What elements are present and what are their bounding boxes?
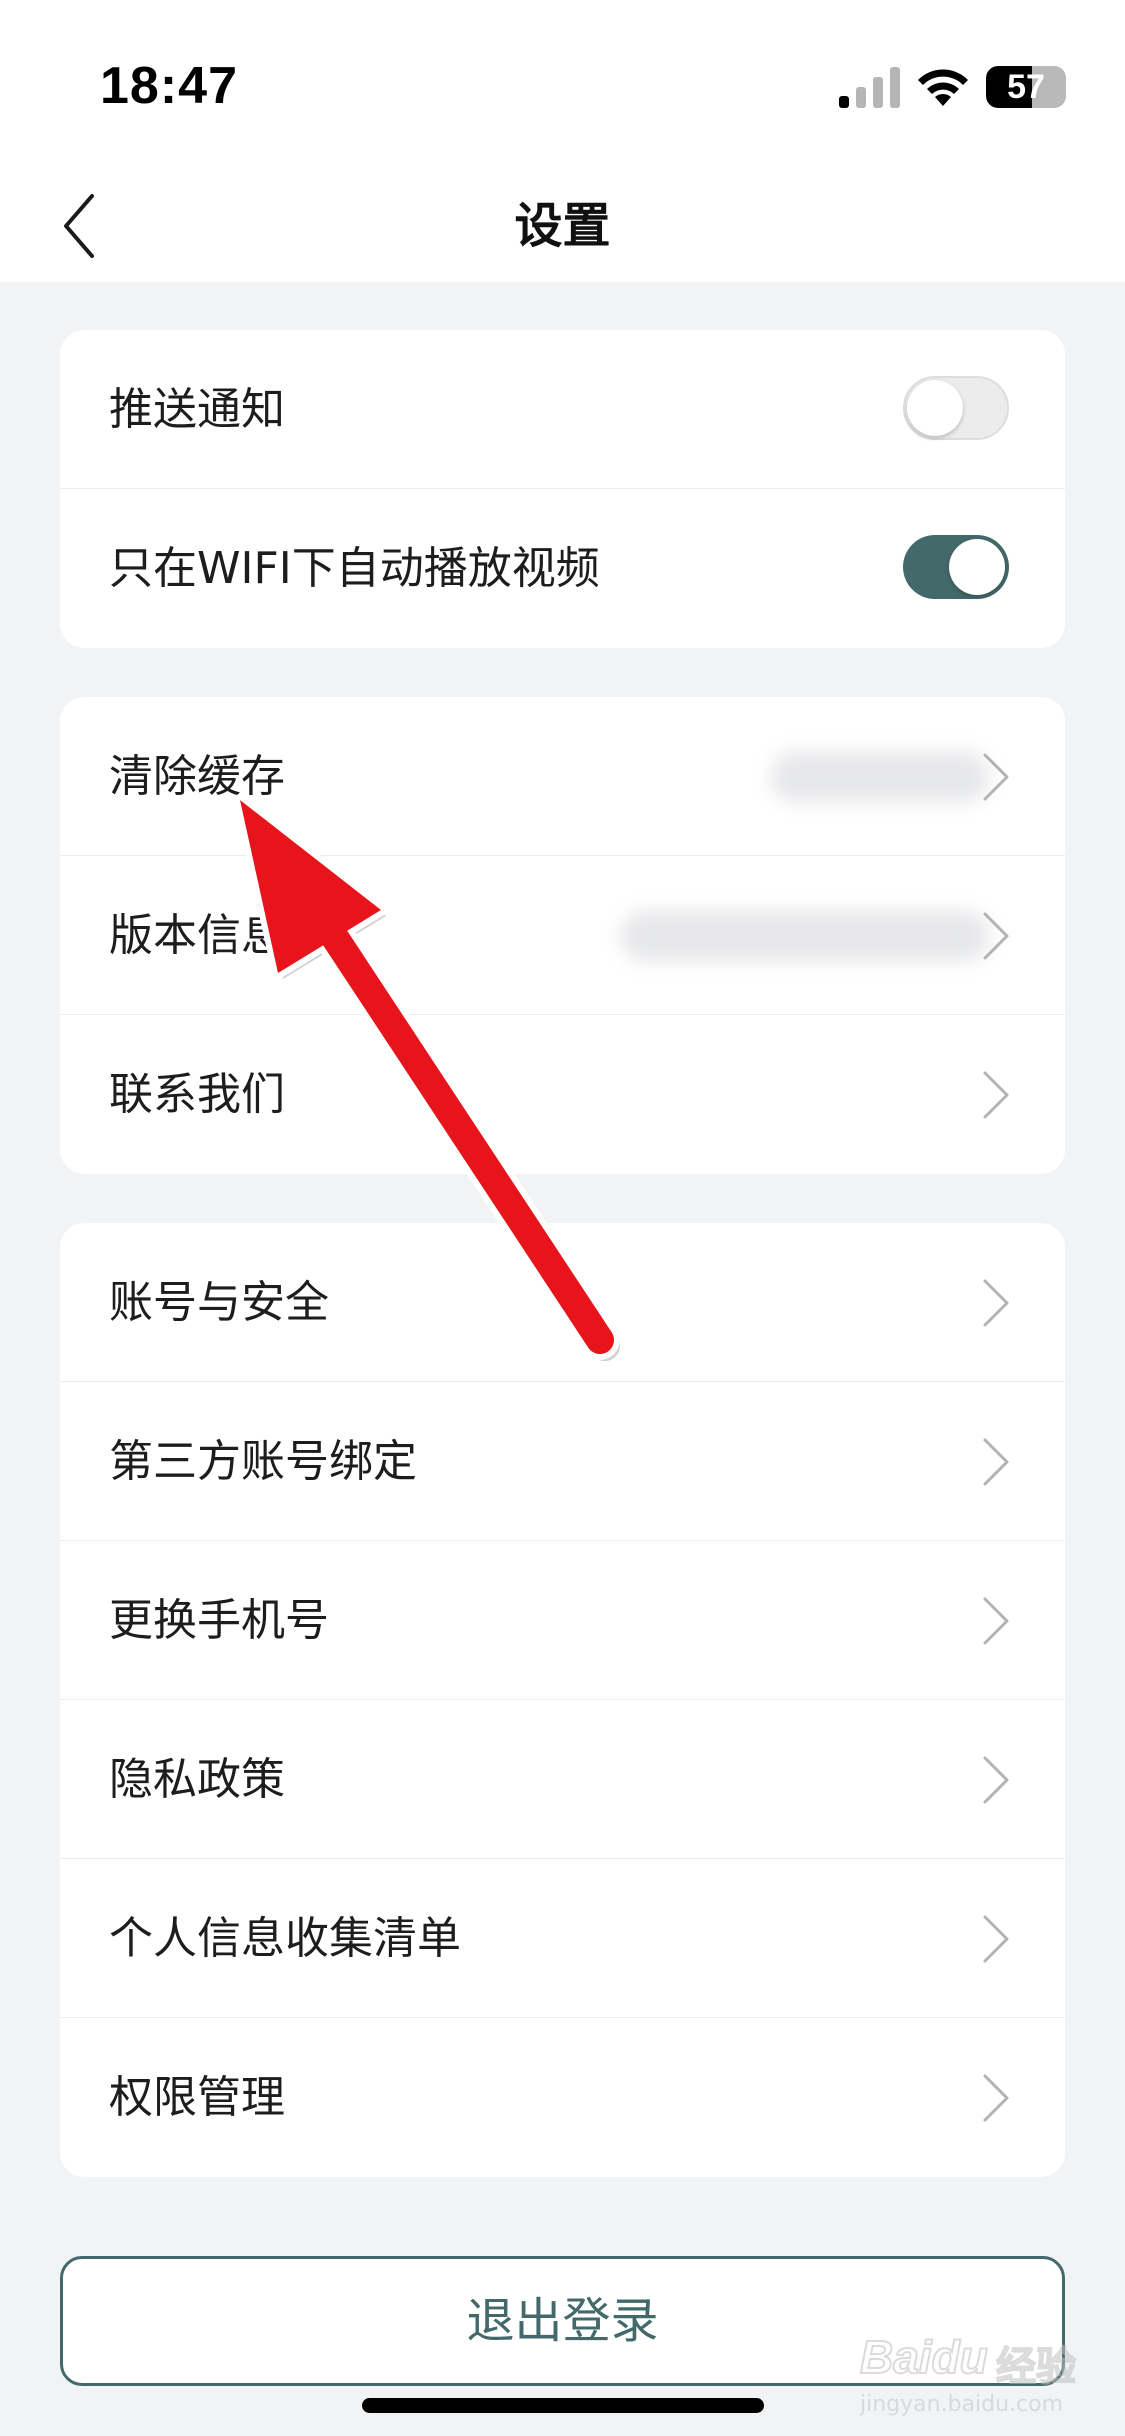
watermark-brand: Baidu [859, 2330, 989, 2384]
push-notifications-toggle[interactable] [903, 376, 1009, 440]
settings-row-wifi-autoplay[interactable]: 只在WIFI下自动播放视频 [60, 489, 1065, 648]
settings-row-change-phone[interactable]: 更换手机号 [60, 1541, 1065, 1700]
battery-level: 57 [1007, 68, 1045, 106]
row-label: 更换手机号 [109, 1595, 329, 1646]
settings-row-version-info[interactable]: 版本信息 [60, 856, 1065, 1015]
watermark-brand-cn: 经验 [995, 2343, 1077, 2391]
chevron-right-icon [983, 1071, 1009, 1119]
settings-group-account: 账号与安全 第三方账号绑定 更换手机号 隐私政策 个人信息收集清单 权限管理 [60, 1223, 1065, 2177]
status-bar: 18:47 57 [0, 0, 1125, 170]
baidu-watermark: Baidu 经验 jingyan.baidu.com [859, 2320, 1090, 2430]
settings-row-privacy-policy[interactable]: 隐私政策 [60, 1700, 1065, 1859]
obscured-value [620, 910, 990, 962]
header-area: 18:47 57 设置 [0, 0, 1125, 282]
navigation-bar: 设置 [0, 170, 1125, 282]
settings-row-personal-info-list[interactable]: 个人信息收集清单 [60, 1859, 1065, 2018]
settings-group-app: 清除缓存 版本信息 联系我们 [60, 697, 1065, 1174]
chevron-right-icon [983, 912, 1009, 960]
row-label: 第三方账号绑定 [109, 1436, 417, 1487]
page-title: 设置 [514, 198, 611, 254]
row-label: 推送通知 [109, 384, 285, 435]
chevron-right-icon [983, 753, 1009, 801]
row-label: 联系我们 [109, 1069, 285, 1120]
settings-row-push-notifications[interactable]: 推送通知 [60, 330, 1065, 489]
chevron-right-icon [983, 2074, 1009, 2122]
obscured-value [770, 751, 990, 803]
settings-row-third-party-binding[interactable]: 第三方账号绑定 [60, 1382, 1065, 1541]
toggle-knob [949, 539, 1005, 595]
chevron-right-icon [983, 1915, 1009, 1963]
settings-row-clear-cache[interactable]: 清除缓存 [60, 697, 1065, 856]
wifi-autoplay-toggle[interactable] [903, 535, 1009, 599]
watermark-url: jingyan.baidu.com [860, 2392, 1064, 2417]
home-indicator [362, 2398, 764, 2413]
row-label: 个人信息收集清单 [109, 1913, 461, 1964]
toggle-knob [907, 380, 963, 436]
chevron-right-icon [983, 1279, 1009, 1327]
settings-row-contact-us[interactable]: 联系我们 [60, 1015, 1065, 1174]
row-label: 清除缓存 [109, 751, 285, 802]
row-label: 只在WIFI下自动播放视频 [109, 543, 600, 594]
cellular-signal-icon [839, 67, 900, 108]
settings-row-account-security[interactable]: 账号与安全 [60, 1223, 1065, 1382]
row-label: 版本信息 [109, 910, 285, 961]
chevron-left-icon [64, 194, 94, 258]
settings-group-preferences: 推送通知 只在WIFI下自动播放视频 [60, 330, 1065, 648]
back-button[interactable] [50, 184, 130, 268]
wifi-icon [918, 69, 968, 106]
row-label: 权限管理 [109, 2072, 285, 2123]
status-time: 18:47 [100, 57, 238, 115]
battery-icon: 57 [986, 66, 1066, 108]
chevron-right-icon [983, 1438, 1009, 1486]
chevron-right-icon [983, 1597, 1009, 1645]
chevron-right-icon [983, 1756, 1009, 1804]
row-label: 账号与安全 [109, 1277, 329, 1328]
settings-row-permissions[interactable]: 权限管理 [60, 2018, 1065, 2177]
row-label: 隐私政策 [109, 1754, 285, 1805]
